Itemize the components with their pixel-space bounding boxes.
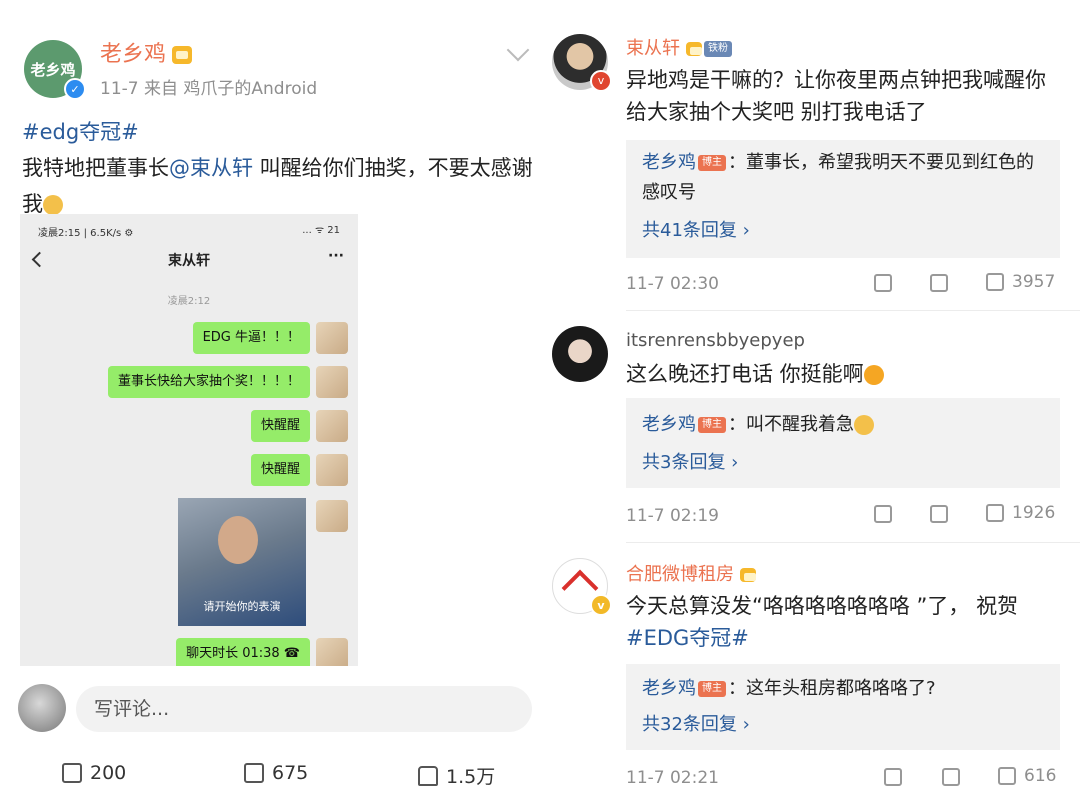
chat-time: 凌晨2:12 (167, 296, 211, 307)
like-count: 1926 (1012, 503, 1056, 523)
comment-text-body: 这么晚还打电话 你挺能啊 (626, 362, 864, 386)
comment-count: 675 (272, 762, 309, 784)
call-duration-bubble: 聊天时长 01:38 ☎ (176, 638, 310, 666)
hashtag-link[interactable]: #edg夺冠# (22, 114, 542, 150)
comment-author-name[interactable]: 束从轩 (626, 38, 680, 59)
status-bar-right: ... ᯤ 21 (302, 225, 340, 236)
post-author[interactable]: 老乡鸡 (100, 36, 193, 68)
hashtag-link[interactable]: #EDG夺冠# (626, 622, 1066, 654)
chat-bubble: EDG 牛逼！！！ (192, 322, 310, 354)
reply-text: ：叫不醒我着急 (728, 414, 854, 435)
mention-link[interactable]: @束从轩 (169, 156, 253, 180)
blogger-badge: 博主 (698, 681, 726, 697)
blogger-badge: 博主 (698, 417, 726, 433)
comment-icon[interactable] (930, 505, 948, 523)
blogger-badge: 博主 (698, 155, 726, 171)
reply-text: ：这年头租房都咯咯咯了? (728, 678, 936, 699)
like-button[interactable]: 1.5万 (418, 762, 495, 789)
share-icon[interactable] (874, 274, 892, 292)
avatar-logo-text: 老乡鸡 (30, 60, 76, 79)
like-count: 3957 (1012, 272, 1056, 292)
dog-emoji-icon (43, 195, 63, 215)
sender-avatar (316, 454, 348, 486)
comment-icon[interactable] (930, 274, 948, 292)
thumbs-up-icon (986, 504, 1004, 522)
reply-author[interactable]: 老乡鸡 (642, 678, 696, 699)
chat-title: 束从轩 (168, 253, 210, 269)
comment-author[interactable]: 束从轩 铁粉 (626, 34, 734, 60)
share-icon[interactable] (874, 505, 892, 523)
thumbs-up-icon (418, 765, 438, 786)
chat-bubble: 快醒醒 (250, 454, 310, 486)
comment-icon (244, 763, 264, 783)
comment-text: 今天总算没发“咯咯咯咯咯咯咯 ”了， 祝贺 #EDG夺冠# (626, 590, 1066, 654)
sender-avatar (316, 500, 348, 532)
comment-text: 这么晚还打电话 你挺能啊 (626, 358, 1066, 390)
status-bar-left: 凌晨2:15 | 6.5K/s ⚙ (38, 228, 134, 239)
comment-like-button[interactable]: 3957 (986, 272, 1055, 292)
reply-author[interactable]: 老乡鸡 (642, 414, 696, 435)
like-count: 616 (1024, 766, 1057, 786)
post-meta: 11-7 来自 鸡爪子的Android (100, 79, 318, 99)
meme-caption: 请开始你的表演 (203, 600, 281, 613)
comment-time: 11-7 02:30 (626, 274, 719, 294)
post-text: #edg夺冠# 我特地把董事长@束从轩 叫醒给你们抽奖，不要太感谢我 (22, 114, 542, 222)
sender-avatar (316, 638, 348, 666)
chat-bubble: 快醒醒 (250, 410, 310, 442)
verified-icon: v (590, 594, 612, 616)
thumbs-up-icon (986, 273, 1004, 291)
reply-box[interactable]: 老乡鸡 博主 ：董事长，希望我明天不要见到红色的感叹号 共41条回复 › (626, 140, 1060, 258)
reply-box[interactable]: 老乡鸡 博主 ：这年头租房都咯咯咯了? 共32条回复 › (626, 664, 1060, 750)
thumbs-up-icon (998, 767, 1016, 785)
repost-count: 200 (90, 762, 127, 784)
sender-avatar (316, 322, 348, 354)
reply-author[interactable]: 老乡鸡 (642, 152, 696, 173)
reply-count-link[interactable]: 共41条回复 › (642, 216, 750, 242)
fan-badge: 铁粉 (704, 41, 732, 57)
comment-text: 异地鸡是干嘛的？让你夜里两点钟把我喊醒你给大家抽个大奖吧 别打我电话了 (626, 68, 1046, 124)
crown-icon (686, 42, 702, 56)
verified-icon: ✓ (64, 78, 86, 100)
comment-like-button[interactable]: 616 (998, 766, 1056, 786)
emoji-icon (854, 415, 874, 435)
crown-icon (740, 568, 756, 582)
more-icon: ··· (328, 248, 344, 264)
repost-button[interactable]: 200 (62, 762, 126, 784)
share-icon[interactable] (884, 768, 902, 786)
author-name[interactable]: 老乡鸡 (100, 42, 166, 67)
comment-button[interactable]: 675 (244, 762, 308, 784)
post-image[interactable]: 凌晨2:15 | 6.5K/s ⚙ ... ᯤ 21 束从轩 ··· 凌晨2:1… (20, 214, 358, 666)
comment-time: 11-7 02:19 (626, 506, 719, 526)
chat-bubble: 董事长快给大家抽个奖！！！！ (107, 366, 310, 398)
comment-author-name[interactable]: 合肥微博租房 (626, 564, 734, 585)
reply-box[interactable]: 老乡鸡 博主 ：叫不醒我着急 共3条回复 › (626, 398, 1060, 488)
comment-input[interactable]: 写评论... (76, 686, 532, 732)
sender-avatar (316, 366, 348, 398)
divider (626, 542, 1080, 543)
reply-count-link[interactable]: 共32条回复 › (642, 710, 750, 736)
verified-icon: v (590, 70, 612, 92)
comment-author-name[interactable]: itsrenrensbbyepyep (626, 330, 805, 351)
my-avatar[interactable] (18, 684, 66, 732)
meme-image: 请开始你的表演 (178, 498, 306, 626)
kiss-emoji-icon (863, 365, 884, 385)
divider (626, 310, 1080, 311)
chevron-down-icon[interactable] (506, 38, 530, 62)
post-text-part: 我特地把董事长 (22, 156, 169, 180)
comment-author[interactable]: 合肥微博租房 (626, 560, 756, 586)
commenter-avatar[interactable] (552, 326, 608, 382)
comment-time: 11-7 02:21 (626, 768, 719, 788)
meme-face (218, 516, 258, 564)
sender-avatar (316, 410, 348, 442)
like-count: 1.5万 (446, 766, 496, 788)
reply-count-link[interactable]: 共3条回复 › (642, 448, 738, 474)
comment-like-button[interactable]: 1926 (986, 503, 1055, 523)
comment-icon[interactable] (942, 768, 960, 786)
repost-icon (62, 763, 82, 783)
crown-icon (172, 46, 193, 64)
comment-text-body: 今天总算没发“咯咯咯咯咯咯咯 ”了， 祝贺 (626, 594, 1019, 618)
